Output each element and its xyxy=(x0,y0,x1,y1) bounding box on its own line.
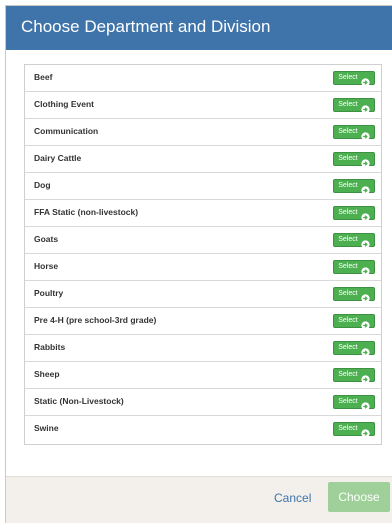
select-button[interactable]: Select xyxy=(333,287,375,303)
select-button[interactable]: Select xyxy=(333,233,375,249)
dialog-header: Choose Department and Division xyxy=(6,6,392,50)
department-row-sheep: Sheep Select xyxy=(25,362,381,389)
select-button[interactable]: Select xyxy=(333,314,375,330)
department-label: Rabbits xyxy=(34,342,66,352)
department-label: Goats xyxy=(34,234,59,244)
department-row-ffa-static-non-livestock: FFA Static (non-livestock) Select xyxy=(25,200,381,227)
dialog-title: Choose Department and Division xyxy=(21,17,271,36)
circle-arrow-right-icon xyxy=(361,371,370,384)
circle-arrow-right-icon xyxy=(361,101,370,114)
circle-arrow-right-icon xyxy=(361,425,370,438)
select-button[interactable]: Select xyxy=(333,395,375,411)
select-button[interactable]: Select xyxy=(333,368,375,384)
select-button-label: Select xyxy=(338,398,358,405)
select-button[interactable]: Select xyxy=(333,341,375,357)
select-button-label: Select xyxy=(338,371,358,378)
department-row-rabbits: Rabbits Select xyxy=(25,335,381,362)
circle-arrow-right-icon xyxy=(361,317,370,330)
circle-arrow-right-icon xyxy=(361,290,370,303)
select-button[interactable]: Select xyxy=(333,71,375,87)
department-label: Clothing Event xyxy=(34,99,94,109)
select-button[interactable]: Select xyxy=(333,125,375,141)
select-button-label: Select xyxy=(338,290,358,297)
circle-arrow-right-icon xyxy=(361,398,370,411)
department-label: Poultry xyxy=(34,288,64,298)
dialog-footer: Cancel Choose xyxy=(6,476,392,523)
circle-arrow-right-icon xyxy=(361,74,370,87)
department-label: Horse xyxy=(34,261,59,271)
circle-arrow-right-icon xyxy=(361,128,370,141)
select-button-label: Select xyxy=(338,344,358,351)
select-button[interactable]: Select xyxy=(333,260,375,276)
department-label: Pre 4-H (pre school-3rd grade) xyxy=(34,315,157,325)
select-button-label: Select xyxy=(338,425,358,432)
department-label: Dairy Cattle xyxy=(34,153,82,163)
choose-button[interactable]: Choose xyxy=(328,482,390,512)
page: Choose Department and Division Beef Selec… xyxy=(0,0,392,523)
department-label: FFA Static (non-livestock) xyxy=(34,207,139,217)
select-button[interactable]: Select xyxy=(333,206,375,222)
department-row-swine: Swine Select xyxy=(25,416,381,443)
department-label: Communication xyxy=(34,126,99,136)
department-row-dog: Dog Select xyxy=(25,173,381,200)
department-row-goats: Goats Select xyxy=(25,227,381,254)
circle-arrow-right-icon xyxy=(361,155,370,168)
select-button-label: Select xyxy=(338,236,358,243)
department-row-static-non-livestock: Static (Non-Livestock) Select xyxy=(25,389,381,416)
circle-arrow-right-icon xyxy=(361,209,370,222)
circle-arrow-right-icon xyxy=(361,182,370,195)
department-label: Sheep xyxy=(34,369,60,379)
department-row-dairy-cattle: Dairy Cattle Select xyxy=(25,146,381,173)
department-row-beef: Beef Select xyxy=(25,65,381,92)
department-row-communication: Communication Select xyxy=(25,119,381,146)
department-label: Swine xyxy=(34,423,59,433)
department-row-pre-4-h-pre-school-3rd-grade: Pre 4-H (pre school-3rd grade) Select xyxy=(25,308,381,335)
department-row-poultry: Poultry Select xyxy=(25,281,381,308)
circle-arrow-right-icon xyxy=(361,236,370,249)
choose-department-dialog: Choose Department and Division Beef Selec… xyxy=(5,5,392,523)
department-label: Static (Non-Livestock) xyxy=(34,396,124,406)
cancel-button[interactable]: Cancel xyxy=(274,491,311,505)
department-list: Beef Select Clothing Event Select Communicat… xyxy=(24,64,382,445)
select-button-label: Select xyxy=(338,209,358,216)
select-button-label: Select xyxy=(338,182,358,189)
circle-arrow-right-icon xyxy=(361,263,370,276)
select-button[interactable]: Select xyxy=(333,152,375,168)
select-button[interactable]: Select xyxy=(333,179,375,195)
circle-arrow-right-icon xyxy=(361,344,370,357)
select-button-label: Select xyxy=(338,74,358,81)
select-button-label: Select xyxy=(338,128,358,135)
select-button-label: Select xyxy=(338,317,358,324)
select-button[interactable]: Select xyxy=(333,98,375,114)
department-label: Dog xyxy=(34,180,51,190)
select-button-label: Select xyxy=(338,155,358,162)
select-button-label: Select xyxy=(338,101,358,108)
department-row-horse: Horse Select xyxy=(25,254,381,281)
department-label: Beef xyxy=(34,72,53,82)
select-button[interactable]: Select xyxy=(333,422,375,438)
department-row-clothing-event: Clothing Event Select xyxy=(25,92,381,119)
select-button-label: Select xyxy=(338,263,358,270)
